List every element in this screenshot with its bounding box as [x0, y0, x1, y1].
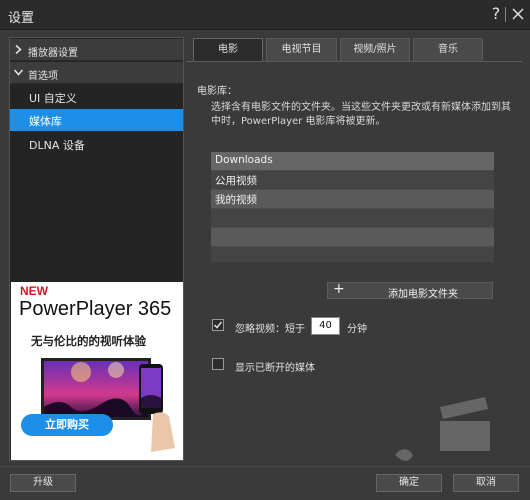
nav-group-label: 播放器设置 [28, 48, 78, 59]
promo-tagline: 无与伦比的的视听体验 [31, 334, 146, 348]
promo-banner[interactable]: NEW PowerPlayer 365 无与伦比的的视听体验 立即购买 [11, 282, 183, 460]
cancel-button[interactable]: 取消 [453, 474, 519, 492]
close-button[interactable] [509, 4, 527, 24]
nav-item-dlna-devices[interactable]: DLNA 设备 [10, 133, 183, 155]
folder-list-item[interactable]: 公用视频 [211, 171, 494, 189]
help-button[interactable]: ? [488, 4, 504, 24]
ignore-duration-input[interactable]: 40 [311, 317, 340, 335]
settings-nav-panel: 播放器设置 首选项 UI 自定义 媒体库 DLNA 设备 NEW PowerPl… [9, 37, 184, 461]
folder-list-empty-row [211, 209, 494, 227]
dialog-footer: 升级 确定 取消 [0, 466, 530, 500]
chevron-right-icon [15, 44, 22, 55]
folder-path: 我的视频 [215, 194, 257, 206]
tab-tv-shows[interactable]: 电视节目 [266, 38, 337, 62]
nav-group-preferences[interactable]: 首选项 [10, 62, 183, 84]
folder-path: 公用视频 [215, 175, 257, 187]
buy-now-button[interactable]: 立即购买 [21, 414, 113, 436]
nav-item-ui-customize[interactable]: UI 自定义 [10, 86, 183, 108]
nav-item-label: UI 自定义 [29, 92, 77, 105]
show-disconnected-label: 显示已断开的媒体 [235, 363, 315, 374]
nav-item-label: 媒体库 [29, 115, 62, 128]
tab-underline [186, 61, 522, 62]
library-tabs: 电影 电视节目 视频/照片 音乐 [193, 38, 493, 62]
nav-group-label: 首选项 [28, 71, 58, 82]
show-disconnected-checkbox[interactable] [212, 358, 224, 370]
folder-path: Downloads [215, 154, 273, 166]
nav-group-player-settings[interactable]: 播放器设置 [10, 39, 183, 61]
upgrade-button[interactable]: 升级 [10, 474, 76, 492]
chevron-down-icon [13, 69, 24, 76]
folder-list[interactable]: Downloads 公用视频 我的视频 [211, 152, 494, 262]
add-folder-label: 添加电影文件夹 [388, 289, 458, 300]
tab-music[interactable]: 音乐 [413, 38, 483, 62]
plus-icon: + [333, 281, 345, 297]
ok-button[interactable]: 确定 [376, 474, 442, 492]
section-title: 电影库： [197, 86, 237, 97]
folder-list-empty-row [211, 247, 494, 262]
tab-video-photo[interactable]: 视频/照片 [340, 38, 410, 62]
nav-item-label: DLNA 设备 [29, 139, 85, 152]
promo-new-label: NEW [20, 284, 48, 298]
nav-item-media-library[interactable]: 媒体库 [10, 109, 183, 131]
title-bar-divider [505, 7, 506, 22]
checkmark-icon [213, 321, 223, 329]
promo-product-name: PowerPlayer 365 [19, 298, 172, 320]
folder-list-item[interactable]: Downloads [211, 152, 494, 170]
ignore-video-checkbox[interactable] [212, 319, 224, 331]
add-movie-folder-button[interactable]: + 添加电影文件夹 [327, 281, 493, 300]
window-title: 设置 [8, 11, 35, 26]
close-icon [512, 8, 524, 20]
duration-unit-label: 分钟 [347, 324, 367, 335]
library-description: 选择含有电影文件的文件夹。当这些文件夹更改或有新媒体添加到其中时，PowerPl… [211, 102, 511, 127]
folder-list-empty-row [211, 228, 494, 246]
ignore-video-label: 忽略视频：短于 [235, 324, 305, 335]
tab-movies[interactable]: 电影 [193, 38, 263, 62]
promo-artwork [41, 358, 175, 452]
title-bar: 设置 ? [0, 0, 530, 30]
folder-list-item[interactable]: 我的视频 [211, 190, 494, 208]
